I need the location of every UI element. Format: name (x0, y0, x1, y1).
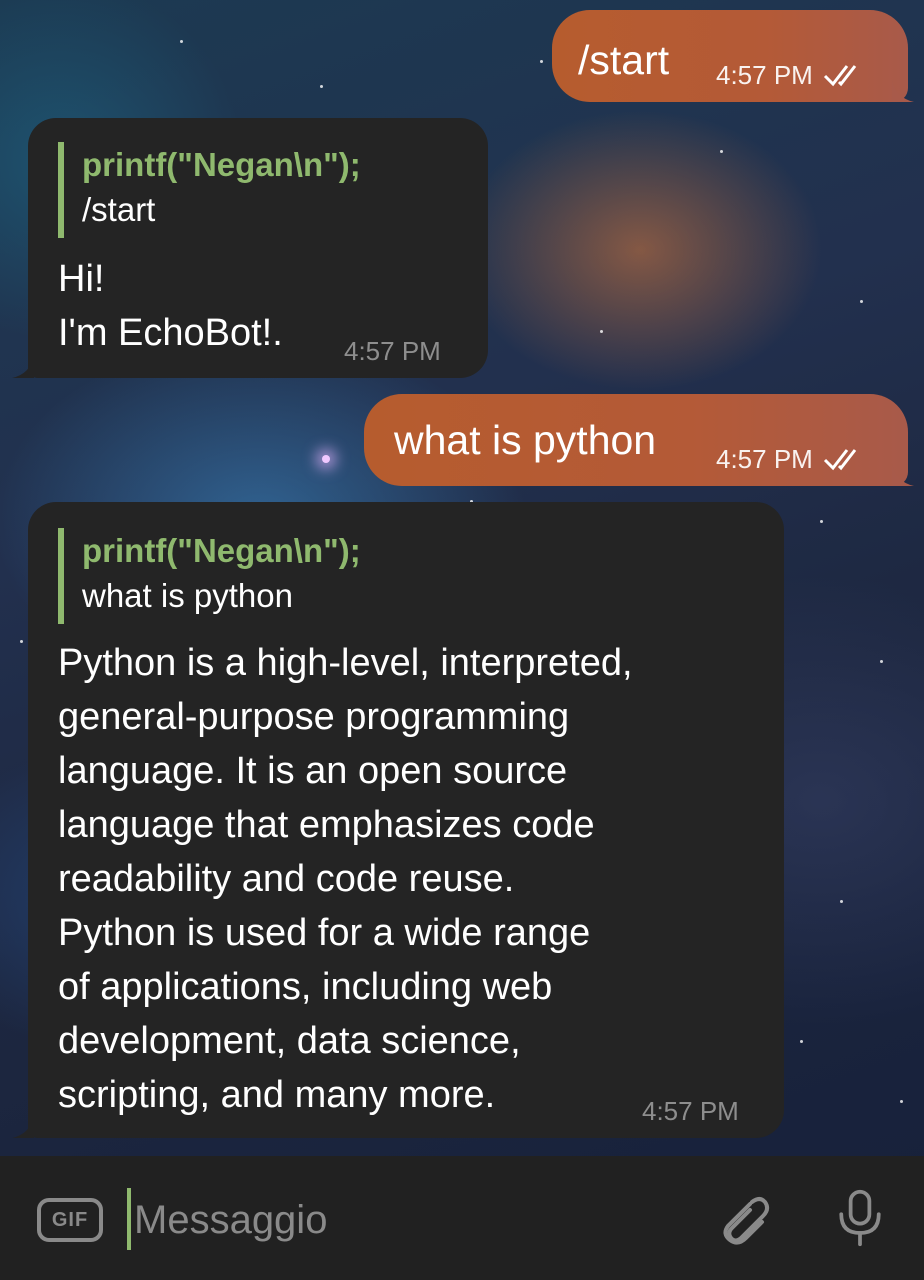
text-cursor (127, 1188, 131, 1250)
star (322, 455, 330, 463)
reply-preview[interactable]: printf("Negan\n"); /start (58, 142, 361, 238)
message-time: 4:57 PM (716, 444, 813, 474)
reply-author: printf("Negan\n"); (82, 532, 361, 569)
double-check-icon (823, 65, 857, 87)
paperclip-icon[interactable] (710, 1190, 770, 1250)
reply-preview[interactable]: printf("Negan\n"); what is python (58, 528, 361, 624)
message-text: /start (578, 37, 670, 83)
bubble-tail (892, 80, 914, 102)
reply-text: what is python (82, 577, 293, 614)
double-check-icon (823, 449, 857, 471)
message-time: 4:57 PM (642, 1096, 739, 1126)
star (20, 640, 23, 643)
reply-text: /start (82, 191, 156, 228)
bubble-tail (12, 1116, 34, 1138)
outgoing-message[interactable]: /start 4:57 PM (552, 10, 908, 102)
gif-icon[interactable]: GIF (37, 1198, 103, 1242)
reply-author: printf("Negan\n"); (82, 146, 361, 183)
star (180, 40, 183, 43)
message-text: Python is a high-level, interpreted, gen… (58, 642, 633, 1116)
star (820, 520, 823, 523)
outgoing-message[interactable]: what is python 4:57 PM (364, 394, 908, 486)
star (840, 900, 843, 903)
message-time: 4:57 PM (344, 336, 441, 366)
incoming-message[interactable]: printf("Negan\n"); what is python Python… (28, 502, 784, 1138)
bubble-tail (12, 356, 34, 378)
message-meta: 4:57 PM (716, 60, 867, 90)
star (720, 150, 723, 153)
message-input[interactable] (134, 1190, 674, 1250)
microphone-icon[interactable] (830, 1188, 890, 1248)
star (860, 300, 863, 303)
star (600, 330, 603, 333)
star (900, 1100, 903, 1103)
star (800, 1040, 803, 1043)
star (320, 85, 323, 88)
message-text: Hi! I'm EchoBot!. (58, 258, 283, 354)
incoming-message[interactable]: printf("Negan\n"); /start Hi! I'm EchoBo… (28, 118, 488, 378)
star (880, 660, 883, 663)
message-time: 4:57 PM (716, 60, 813, 90)
star (540, 60, 543, 63)
message-text: what is python (394, 417, 657, 463)
message-meta: 4:57 PM (716, 444, 867, 474)
bubble-tail (892, 464, 914, 486)
